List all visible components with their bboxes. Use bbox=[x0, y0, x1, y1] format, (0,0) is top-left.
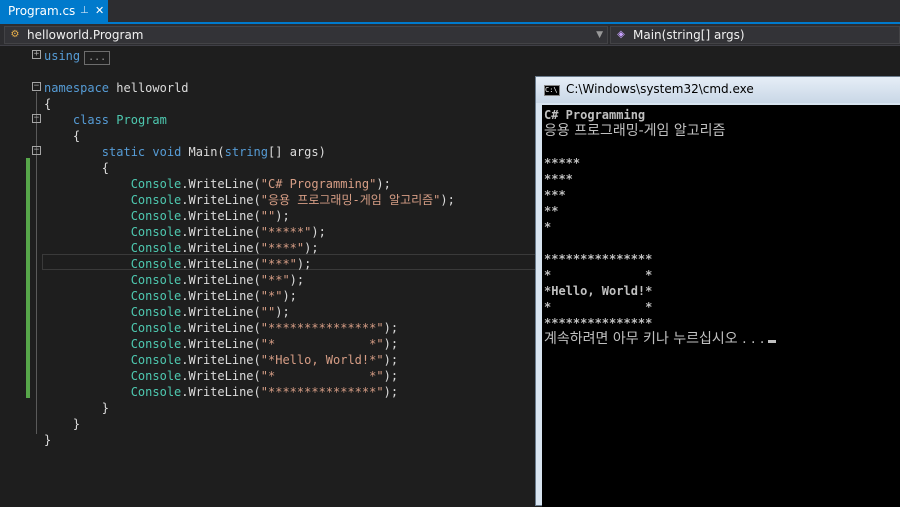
collapse-method-toggle[interactable]: − bbox=[32, 146, 41, 155]
code-line: Console.WriteLine("* *"); bbox=[130, 369, 399, 383]
console-line: *Hello, World!* bbox=[544, 284, 653, 298]
console-output: C# Programming 응용 프로그래밍-게임 알고리즘 ***** **… bbox=[542, 105, 900, 507]
editor-gutter bbox=[0, 46, 28, 500]
code-line: Console.WriteLine("***"); bbox=[130, 257, 312, 271]
console-cursor bbox=[768, 340, 777, 343]
class-dropdown-value: helloworld.Program bbox=[27, 28, 144, 42]
code-line: { bbox=[101, 161, 110, 175]
code-line: Console.WriteLine("*****"); bbox=[130, 225, 326, 239]
console-icon: C:\ bbox=[544, 85, 560, 96]
console-line: ***** bbox=[544, 156, 581, 170]
code-line: } bbox=[44, 433, 52, 447]
code-line: Console.WriteLine("****"); bbox=[130, 241, 319, 255]
code-line: { bbox=[72, 129, 81, 143]
code-line: Console.WriteLine("C# Programming"); bbox=[130, 177, 391, 191]
code-line: Console.WriteLine("**"); bbox=[130, 273, 305, 287]
code-line: Console.WriteLine("***************"); bbox=[130, 321, 399, 335]
code-line: } bbox=[72, 417, 81, 431]
console-line: *************** bbox=[544, 316, 653, 330]
code-line: Console.WriteLine(""); bbox=[130, 305, 290, 319]
code-line: Console.WriteLine("*Hello, World!*"); bbox=[130, 353, 399, 367]
collapse-namespace-toggle[interactable]: − bbox=[32, 82, 41, 91]
class-icon: ⚙ bbox=[10, 29, 20, 40]
console-line: ** bbox=[544, 204, 559, 218]
outline-line bbox=[36, 92, 37, 434]
console-line: **** bbox=[544, 172, 573, 186]
document-tab-strip: Program.cs ⊥ ✕ bbox=[0, 0, 900, 24]
chevron-down-icon[interactable]: ▼ bbox=[596, 27, 603, 43]
code-line: namespace helloworld bbox=[44, 81, 189, 95]
console-window[interactable]: C:\ C:\Windows\system32\cmd.exe C# Progr… bbox=[535, 76, 900, 507]
console-line: 응용 프로그래밍-게임 알고리즘 bbox=[544, 123, 726, 139]
code-line: Console.WriteLine("***************"); bbox=[130, 385, 399, 399]
navigation-bar: ⚙ helloworld.Program ▼ ◈ Main(string[] a… bbox=[0, 24, 900, 46]
console-line: * * bbox=[544, 300, 653, 314]
member-dropdown[interactable]: ◈ Main(string[] args) bbox=[610, 26, 900, 44]
console-title: C:\Windows\system32\cmd.exe bbox=[566, 82, 754, 96]
console-line: * bbox=[544, 220, 552, 234]
console-line: C# Programming bbox=[544, 108, 646, 122]
collapsed-region[interactable]: ... bbox=[84, 51, 111, 65]
code-line: Console.WriteLine(""); bbox=[130, 209, 290, 223]
console-title-bar[interactable]: C:\ C:\Windows\system32\cmd.exe bbox=[536, 77, 900, 103]
tab-title: Program.cs bbox=[8, 4, 76, 18]
tab-program-cs[interactable]: Program.cs ⊥ ✕ bbox=[0, 0, 108, 22]
code-line: static void Main(string[] args) bbox=[101, 145, 326, 159]
code-line: class Program bbox=[72, 113, 167, 127]
console-line: *** bbox=[544, 188, 566, 202]
collapse-class-toggle[interactable]: − bbox=[32, 114, 41, 123]
pin-icon[interactable]: ⊥ bbox=[80, 0, 89, 22]
change-marker bbox=[26, 158, 30, 398]
code-line: Console.WriteLine("응용 프로그래밍-게임 알고리즘"); bbox=[130, 193, 455, 207]
code-line: using... bbox=[44, 48, 111, 65]
member-dropdown-value: Main(string[] args) bbox=[633, 28, 745, 42]
console-prompt-line: 계속하려면 아무 키나 누르십시오 . . . bbox=[544, 331, 777, 347]
console-line: *************** bbox=[544, 252, 653, 266]
code-line: { bbox=[44, 97, 52, 111]
collapse-using-toggle[interactable]: + bbox=[32, 50, 41, 59]
class-dropdown[interactable]: ⚙ helloworld.Program ▼ bbox=[4, 26, 608, 44]
method-icon: ◈ bbox=[617, 29, 625, 40]
code-line: } bbox=[101, 401, 110, 415]
close-icon[interactable]: ✕ bbox=[95, 0, 104, 22]
code-line: Console.WriteLine("* *"); bbox=[130, 337, 399, 351]
console-line: * * bbox=[544, 268, 653, 282]
code-line: Console.WriteLine("*"); bbox=[130, 289, 297, 303]
